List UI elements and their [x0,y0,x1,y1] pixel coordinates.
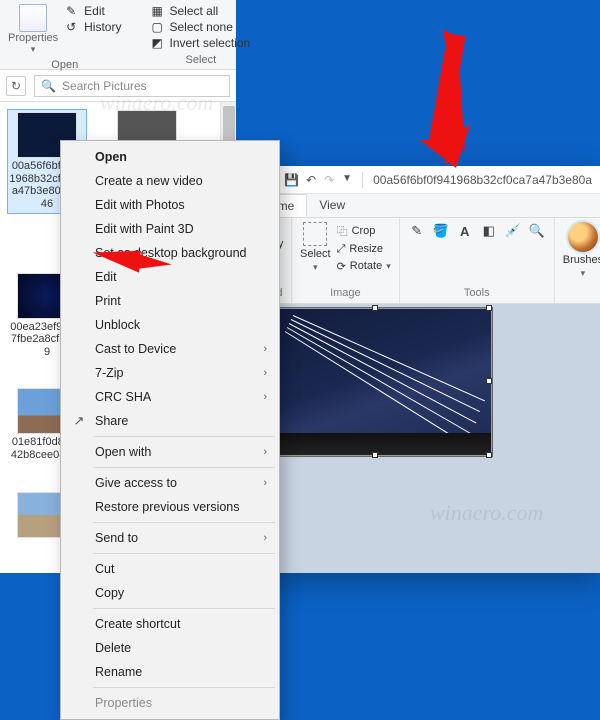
refresh-icon: ↻ [11,79,21,93]
brushes-button[interactable]: Brushes ▾ [563,222,600,279]
group-label-open: Open [51,59,78,71]
select-icon [303,222,327,246]
customize-icon[interactable]: ▼ [342,173,352,187]
edit-button[interactable]: ✎Edit [66,4,121,18]
magnifier-tool-icon[interactable]: 🔍 [528,222,546,240]
menu-divider [93,553,275,554]
menu-delete[interactable]: Delete [63,636,277,660]
menu-give-access[interactable]: Give access to› [63,471,277,495]
chevron-right-icon: › [263,446,267,458]
properties-label: Properties [8,32,58,44]
select-all-icon: ▦ [151,4,165,18]
explorer-toolbar: ↻ 🔍 Search Pictures [0,70,236,102]
menu-edit-photos[interactable]: Edit with Photos [63,193,277,217]
chevron-right-icon: › [263,477,267,489]
resize-handle[interactable] [486,305,492,311]
resize-handle[interactable] [486,452,492,458]
pencil-icon: ✎ [66,4,80,18]
resize-icon: ⤢ [337,243,346,256]
redo-icon[interactable]: ↷ [324,173,334,187]
chevron-right-icon: › [263,343,267,355]
share-icon: ↗ [71,413,87,429]
undo-icon[interactable]: ↶ [306,173,316,187]
menu-crc-sha[interactable]: CRC SHA› [63,385,277,409]
annotation-arrow [400,30,480,170]
tab-view[interactable]: View [307,194,357,217]
menu-divider [93,467,275,468]
menu-properties[interactable]: Properties [63,691,277,715]
rotate-icon: ⟳ [337,260,346,273]
select-all-button[interactable]: ▦Select all [151,4,250,18]
search-input[interactable]: 🔍 Search Pictures [34,75,230,97]
fill-tool-icon[interactable]: 🪣 [432,222,450,240]
chevron-right-icon: › [263,367,267,379]
select-button[interactable]: Select ▾ [300,222,331,273]
search-placeholder: Search Pictures [62,79,147,93]
menu-cut[interactable]: Cut [63,557,277,581]
history-icon: ↺ [66,20,80,34]
menu-7zip[interactable]: 7-Zip› [63,361,277,385]
menu-divider [93,436,275,437]
save-icon[interactable]: 💾 [284,173,298,187]
menu-edit-paint3d[interactable]: Edit with Paint 3D [63,217,277,241]
paint-ribbon: ut opy ard Select ▾ ⿻Crop ⤢Resize ⟳Rotat… [258,218,600,304]
paint-canvas-area[interactable] [258,304,600,573]
explorer-ribbon: Properties ▾ ✎Edit ↺History Open ▦ Select… [0,0,236,70]
menu-rename[interactable]: Rename [63,660,277,684]
paint-window: ▾ 💾 ↶ ↷ ▼ 00a56f6bf0f941968b32cf0ca7a47b… [258,166,600,573]
menu-restore[interactable]: Restore previous versions [63,495,277,519]
crop-icon: ⿻ [337,223,348,239]
chevron-right-icon: › [263,391,267,403]
context-menu: Open Create a new video Edit with Photos… [60,140,280,720]
menu-create-video[interactable]: Create a new video [63,169,277,193]
select-none-icon: ▢ [151,20,165,34]
refresh-button[interactable]: ↻ [6,76,26,96]
rotate-button[interactable]: ⟳Rotate ▾ [337,260,391,273]
text-tool-icon[interactable]: A [456,222,474,240]
menu-divider [93,687,275,688]
ribbon-group-image: Select ▾ ⿻Crop ⤢Resize ⟳Rotate ▾ Image [292,218,400,303]
menu-share[interactable]: ↗Share [63,409,277,433]
invert-icon: ◩ [151,36,165,50]
ribbon-group-select: ▦Select all ▢Select none ◩Invert selecti… [151,4,250,67]
pencil-tool-icon[interactable]: ✎ [408,222,426,240]
resize-button[interactable]: ⤢Resize [337,243,391,256]
menu-divider [93,522,275,523]
menu-unblock[interactable]: Unblock [63,313,277,337]
ribbon-group-tools: ✎ 🪣 A ◧ 💉 🔍 Tools [400,218,555,303]
paint-tabs: ome View [258,194,600,218]
menu-open[interactable]: Open [63,145,277,169]
ribbon-group-brushes: Brushes ▾ [555,218,600,303]
paint-titlebar[interactable]: ▾ 💾 ↶ ↷ ▼ 00a56f6bf0f941968b32cf0ca7a47b… [258,166,600,194]
menu-print[interactable]: Print [63,289,277,313]
resize-handle[interactable] [372,305,378,311]
paint-title: 00a56f6bf0f941968b32cf0ca7a47b3e80adf046… [373,173,592,187]
menu-create-shortcut[interactable]: Create shortcut [63,612,277,636]
search-icon: 🔍 [41,79,56,93]
resize-handle[interactable] [486,378,492,384]
menu-open-with[interactable]: Open with› [63,440,277,464]
eraser-tool-icon[interactable]: ◧ [480,222,498,240]
group-label-select: Select [186,54,217,66]
tools-grid: ✎ 🪣 A ◧ 💉 🔍 [408,222,546,240]
chevron-right-icon: › [263,532,267,544]
eyedropper-tool-icon[interactable]: 💉 [504,222,522,240]
resize-handle[interactable] [372,452,378,458]
properties-button[interactable]: Properties ▾ [8,4,58,55]
ribbon-group-open: Properties ▾ ✎Edit ↺History Open [8,4,121,67]
history-button[interactable]: ↺History [66,20,121,34]
crop-button[interactable]: ⿻Crop [337,223,391,239]
properties-icon [19,4,47,32]
brushes-icon [568,222,598,252]
menu-copy[interactable]: Copy [63,581,277,605]
paint-image[interactable] [262,308,492,456]
menu-cast[interactable]: Cast to Device› [63,337,277,361]
invert-selection-button[interactable]: ◩Invert selection [151,36,250,50]
menu-divider [93,608,275,609]
menu-send-to[interactable]: Send to› [63,526,277,550]
select-none-button[interactable]: ▢Select none [151,20,250,34]
annotation-arrow [92,250,172,280]
